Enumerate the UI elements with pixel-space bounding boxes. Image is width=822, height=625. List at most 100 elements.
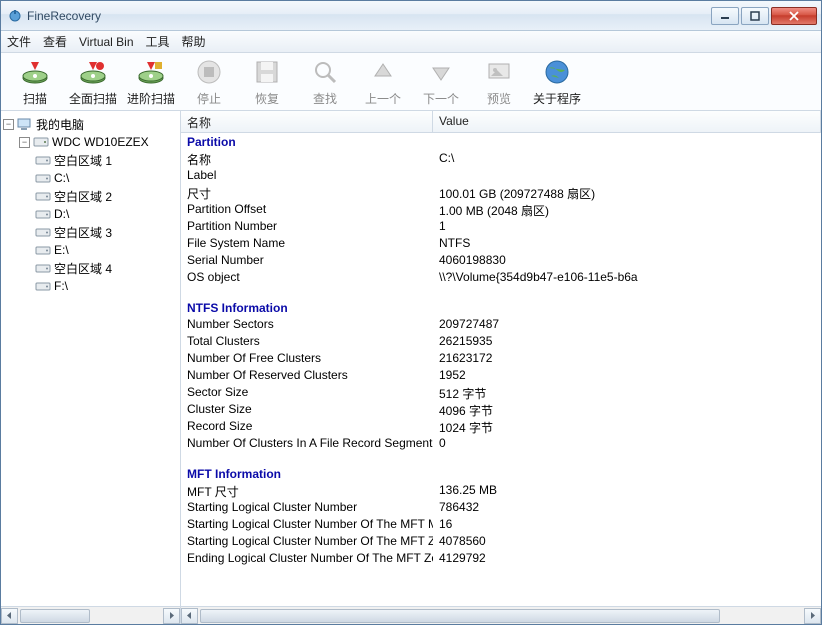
- find-button[interactable]: 查找: [297, 55, 353, 109]
- tree-item[interactable]: F:\: [3, 277, 178, 295]
- preview-button[interactable]: 预览: [471, 55, 527, 109]
- tree-item-label: D:\: [54, 207, 69, 221]
- grid-row[interactable]: OS object\\?\Volume{354d9b47-e106-11e5-b…: [181, 270, 821, 287]
- drive-icon: [35, 153, 51, 167]
- grid-cell-value: NTFS: [433, 236, 821, 253]
- menu-file[interactable]: 文件: [7, 33, 31, 50]
- menu-virtual-bin[interactable]: Virtual Bin: [79, 35, 133, 49]
- grid-cell-value: 4096 字节: [433, 402, 821, 419]
- menubar: 文件 查看 Virtual Bin 工具 帮助: [1, 31, 821, 53]
- tree-item-label: 空白区域 1: [54, 152, 112, 169]
- grid-row[interactable]: Label: [181, 168, 821, 185]
- drive-icon: [35, 207, 51, 221]
- grid-body[interactable]: Partition名称C:\Label尺寸100.01 GB (20972748…: [181, 133, 821, 606]
- grid-cell-name: Number Of Clusters In A File Record Segm…: [181, 436, 433, 453]
- grid-row[interactable]: 尺寸100.01 GB (209727488 扇区): [181, 185, 821, 202]
- grid-cell-value: 1024 字节: [433, 419, 821, 436]
- grid-cell-name: Sector Size: [181, 385, 433, 402]
- grid-row[interactable]: Starting Logical Cluster Number786432: [181, 500, 821, 517]
- grid-row[interactable]: Number Of Clusters In A File Record Segm…: [181, 436, 821, 453]
- menu-view[interactable]: 查看: [43, 33, 67, 50]
- scroll-thumb[interactable]: [200, 609, 720, 623]
- grid-row[interactable]: Cluster Size4096 字节: [181, 402, 821, 419]
- grid-cell-name: OS object: [181, 270, 433, 287]
- titlebar[interactable]: FineRecovery: [1, 1, 821, 31]
- grid-row[interactable]: Number Of Free Clusters21623172: [181, 351, 821, 368]
- right-hscrollbar[interactable]: [181, 606, 821, 624]
- grid-cell-name: Serial Number: [181, 253, 433, 270]
- left-hscrollbar[interactable]: [1, 606, 180, 624]
- stop-button[interactable]: 停止: [181, 55, 237, 109]
- grid-cell-name: File System Name: [181, 236, 433, 253]
- tree-item[interactable]: 空白区域 3: [3, 223, 178, 241]
- next-button[interactable]: 下一个: [413, 55, 469, 109]
- grid-row[interactable]: Sector Size512 字节: [181, 385, 821, 402]
- grid-cell-value: 209727487: [433, 317, 821, 334]
- grid-cell-value: \\?\Volume{354d9b47-e106-11e5-b6a: [433, 270, 821, 287]
- scroll-right-icon[interactable]: [804, 608, 821, 624]
- grid-section-header: MFT Information: [181, 465, 821, 483]
- device-tree[interactable]: − 我的电脑 − WDC WD10EZEX 空白区域 1C:\空白区域 2 D:\…: [1, 111, 180, 606]
- scan-button[interactable]: 扫描: [7, 55, 63, 109]
- tree-item[interactable]: 空白区域 1: [3, 151, 178, 169]
- grid-row[interactable]: Number Of Reserved Clusters1952: [181, 368, 821, 385]
- collapse-icon[interactable]: −: [19, 137, 30, 148]
- grid-row[interactable]: File System NameNTFS: [181, 236, 821, 253]
- grid-row[interactable]: Starting Logical Cluster Number Of The M…: [181, 534, 821, 551]
- grid-row[interactable]: Ending Logical Cluster Number Of The MFT…: [181, 551, 821, 568]
- grid-cell-value: 4078560: [433, 534, 821, 551]
- grid-row[interactable]: Serial Number4060198830: [181, 253, 821, 270]
- grid-cell-name: Cluster Size: [181, 402, 433, 419]
- tree-item-label: 空白区域 4: [54, 260, 112, 277]
- fullscan-button[interactable]: 全面扫描: [65, 55, 121, 109]
- grid-row[interactable]: Starting Logical Cluster Number Of The M…: [181, 517, 821, 534]
- recover-button[interactable]: 恢复: [239, 55, 295, 109]
- menu-help[interactable]: 帮助: [182, 33, 206, 50]
- grid-row[interactable]: Record Size1024 字节: [181, 419, 821, 436]
- grid-cell-name: 尺寸: [181, 185, 433, 202]
- tree-item[interactable]: C:\: [3, 169, 178, 187]
- tree-item[interactable]: 空白区域 4: [3, 259, 178, 277]
- tree-root[interactable]: − 我的电脑: [3, 115, 178, 133]
- grid-cell-value: 786432: [433, 500, 821, 517]
- grid-cell-name: Label: [181, 168, 433, 185]
- grid-cell-value: 100.01 GB (209727488 扇区): [433, 185, 821, 202]
- scroll-thumb[interactable]: [20, 609, 90, 623]
- grid-row[interactable]: Partition Offset1.00 MB (2048 扇区): [181, 202, 821, 219]
- scroll-track[interactable]: [18, 608, 163, 624]
- tree-item[interactable]: 空白区域 2: [3, 187, 178, 205]
- grid-cell-name: Ending Logical Cluster Number Of The MFT…: [181, 551, 433, 568]
- scroll-track[interactable]: [198, 608, 804, 624]
- scroll-left-icon[interactable]: [1, 608, 18, 624]
- grid-row[interactable]: Partition Number1: [181, 219, 821, 236]
- tree-disk[interactable]: − WDC WD10EZEX: [3, 133, 178, 151]
- grid-row[interactable]: MFT 尺寸136.25 MB: [181, 483, 821, 500]
- scroll-left-icon[interactable]: [181, 608, 198, 624]
- grid-cell-value: 26215935: [433, 334, 821, 351]
- grid-cell-name: Record Size: [181, 419, 433, 436]
- grid-row[interactable]: 名称C:\: [181, 151, 821, 168]
- grid-cell-name: Partition Number: [181, 219, 433, 236]
- grid-row[interactable]: Total Clusters26215935: [181, 334, 821, 351]
- tree-item[interactable]: D:\: [3, 205, 178, 223]
- grid-cell-name: Starting Logical Cluster Number: [181, 500, 433, 517]
- grid-cell-value: [433, 168, 821, 185]
- maximize-button[interactable]: [741, 7, 769, 25]
- col-value[interactable]: Value: [433, 111, 821, 132]
- menu-tools[interactable]: 工具: [146, 33, 170, 50]
- collapse-icon[interactable]: −: [3, 119, 14, 130]
- prev-button[interactable]: 上一个: [355, 55, 411, 109]
- close-button[interactable]: [771, 7, 817, 25]
- advscan-button[interactable]: 进阶扫描: [123, 55, 179, 109]
- grid-cell-value: 21623172: [433, 351, 821, 368]
- grid-row[interactable]: Number Sectors209727487: [181, 317, 821, 334]
- drive-icon: [35, 189, 51, 203]
- grid-cell-name: MFT 尺寸: [181, 483, 433, 500]
- col-name[interactable]: 名称: [181, 111, 433, 132]
- arrow-up-icon: [367, 56, 399, 88]
- minimize-button[interactable]: [711, 7, 739, 25]
- tree-item[interactable]: E:\: [3, 241, 178, 259]
- about-button[interactable]: 关于程序: [529, 55, 585, 109]
- scroll-right-icon[interactable]: [163, 608, 180, 624]
- preview-icon: [483, 56, 515, 88]
